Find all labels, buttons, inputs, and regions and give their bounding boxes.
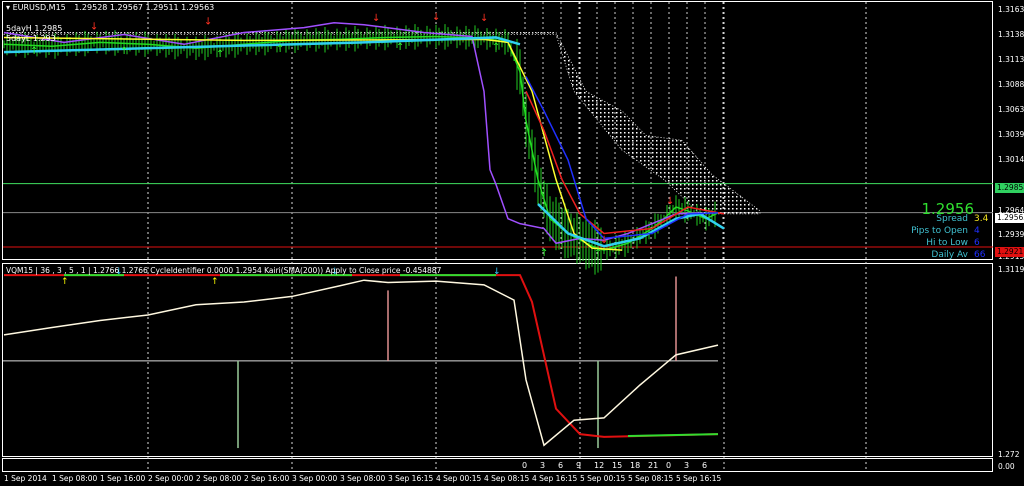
time-axis-label: 1 Sep 08:00 [52,474,98,483]
third-pane-axis: 0.00 [998,462,1015,471]
sell-arrow-icon: ↓ [600,235,608,246]
five-day-low-label: 5dayL 1.293 [6,34,56,43]
info-row: Spread 3.4 [936,214,1000,224]
sell-arrow-icon: ↓ [372,13,380,24]
buy-arrow-icon: ↑ [216,49,224,60]
info-row: Hi to Low 6 [926,238,1000,248]
ichimoku-cloud [3,32,761,215]
five-day-high-label: 5dayH 1.2985 [6,24,63,33]
hour-label: 3 [540,461,546,470]
green-level-tag: 1.29858 [995,183,1024,193]
price-axis-label: 1.30885 [998,80,1024,89]
hour-label: 15 [612,461,623,470]
time-axis-label: 3 Sep 08:00 [340,474,386,483]
time-axis-label: 5 Sep 08:15 [628,474,674,483]
buy-arrow-icon: ↑ [396,42,404,53]
current-price-tag: 1.29563 [995,213,1024,223]
buy-arrow-icon: ↑ [30,46,38,57]
price-axis-label: 1.30390 [998,130,1024,139]
time-axis-label: 5 Sep 16:15 [676,474,722,483]
info-label: Pips to Open [911,226,968,236]
signal-arrow-icon: ↑ [61,277,69,287]
indicator-white-line [3,279,719,447]
time-axis-label: 1 Sep 16:00 [100,474,146,483]
signal-arrow-icon: ↓ [493,267,501,277]
indicator-header: VQM15 | 36 , 3 , 5 , 1 | 1.2766 1.2766 C… [6,266,442,275]
ohlc-values: 1.29528 1.29567 1.29511 1.29563 [74,3,215,12]
indicator-trend-line [4,274,719,438]
sell-arrow-icon: ↓ [90,22,98,33]
indicator-trend-up-segment [627,433,719,437]
chart-canvas: ↓ ↓ ↓ ↓ ↓↓↓↑ ↑ ↑ ↑ ↑ ↑↑ ↑↑↓↑↓ ↓ [3,2,993,472]
time-axis-label: 3 Sep 00:00 [292,474,338,483]
sell-arrow-icon: ↓ [480,13,488,24]
buy-arrow-icon: ↑ [594,248,602,259]
price-axis-label: 1.30140 [998,155,1024,164]
price-axis-label: 1.31380 [998,30,1024,39]
indicator-axis-bottom: 1.272 [998,450,1020,459]
info-row: Daily Av 66 [931,250,1000,260]
hour-label: 18 [630,461,641,470]
sell-arrow-icon: ↓ [666,196,674,207]
time-axis-label: 5 Sep 00:15 [580,474,626,483]
dropdown-triangle-icon[interactable]: ▾ [6,3,10,12]
hour-label: 12 [594,461,605,470]
buy-arrow-icon: ↑ [540,248,548,259]
time-axis-label: 4 Sep 16:15 [532,474,578,483]
hour-label: 3 [684,461,690,470]
buy-arrow-icon: ↑ [120,46,128,57]
info-row: Pips to Open 4 [911,226,1000,236]
time-axis-label: 4 Sep 08:15 [484,474,530,483]
sell-arrow-icon: ↓ [204,17,212,28]
indicator-axis-top: 1.3119 [998,265,1024,274]
info-value: 4 [974,226,980,236]
price-axis-label: 1.31135 [998,55,1024,64]
hour-label: 0 [666,461,672,470]
series-purple [3,21,701,245]
hour-label: 21 [648,461,659,470]
time-axis-label: 4 Sep 00:15 [436,474,482,483]
chart-header: ▾ EURUSD,M15 1.29528 1.29567 1.29511 1.2… [6,3,214,12]
time-axis-label: 2 Sep 00:00 [148,474,194,483]
hour-label: 9 [576,461,582,470]
buy-arrow-icon: ↑ [276,44,284,55]
price-axis-label: 1.31630 [998,5,1024,14]
sell-arrow-icon: ↓ [432,12,440,23]
buy-arrow-icon: ↑ [492,42,500,53]
hour-label: 6 [558,461,564,470]
price-axis-label: 1.29395 [998,230,1024,239]
series-close [3,35,719,251]
symbol-label: EURUSD,M15 [12,3,66,12]
time-axis-label: 2 Sep 08:00 [196,474,242,483]
hour-label: 0 [522,461,528,470]
time-axis-label: 1 Sep 2014 [4,474,47,483]
time-axis-label: 2 Sep 16:00 [244,474,290,483]
price-axis-label: 1.30635 [998,105,1024,114]
time-axis-label: 3 Sep 16:15 [388,474,434,483]
signal-arrow-icon: ↑ [211,277,219,287]
info-label: Spread [936,214,968,224]
info-label: Hi to Low [926,238,968,248]
info-label: Daily Av [931,250,968,260]
red-level-tag: 1.29211 [995,247,1024,257]
hour-label: 6 [702,461,708,470]
